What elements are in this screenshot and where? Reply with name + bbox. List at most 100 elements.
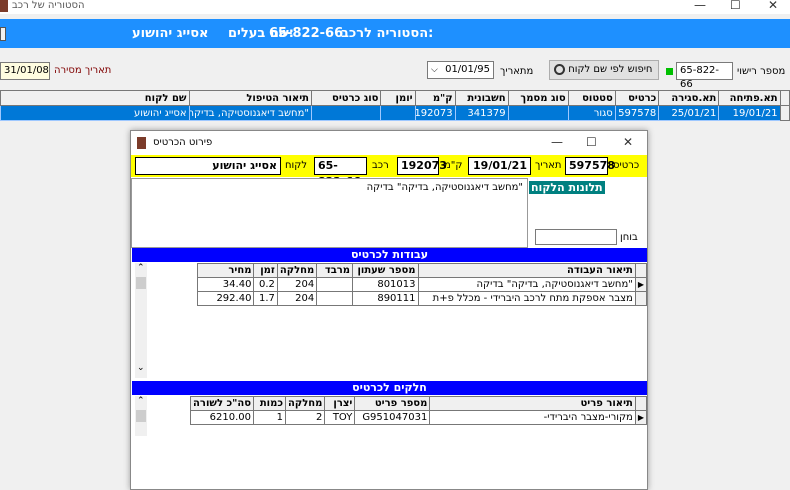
parts-section-header: חלקים לכרטיס xyxy=(132,381,647,395)
license-input[interactable]: 65-822-66 xyxy=(676,62,733,90)
job-price: 34.40 xyxy=(196,277,255,292)
job-price: 292.40 xyxy=(196,291,255,306)
cell-invoice: 341379 xyxy=(454,105,509,121)
parts-col-part-num[interactable]: מספר פריט xyxy=(354,396,431,411)
search-by-customer-button[interactable]: חיפוש לפי שם לקוח xyxy=(549,60,659,80)
jobs-grid-corner xyxy=(634,263,648,278)
cell-card: 597578 xyxy=(614,105,660,121)
parts-col-dept[interactable]: מחלקה xyxy=(284,396,326,411)
minimize-icon[interactable]: — xyxy=(694,0,706,12)
scroll-up-icon[interactable]: ⌃ xyxy=(137,263,145,273)
jobs-col-hours-num[interactable]: מספר שעתון xyxy=(352,263,419,278)
history-grid: תא.פתיחה תא.סגירה כרטיס סטטוס סוג מסמך ח… xyxy=(0,90,790,121)
part-dept: 2 xyxy=(284,410,326,425)
parts-col-maker[interactable]: יצרן xyxy=(324,396,356,411)
col-journal[interactable]: יומן xyxy=(380,90,416,106)
window-titlebar: הסטוריה של רכב — ☐ ✕ xyxy=(0,0,790,14)
col-status[interactable]: סטטוס xyxy=(567,90,616,106)
tester-label: בוחן xyxy=(620,232,638,243)
cell-treatment-desc: "מחשב דיאגנוסטיקה, בדיקה" בדיקה xyxy=(188,105,312,121)
jobs-col-dept[interactable]: מחלקה xyxy=(276,263,318,278)
dialog-title: פירוט הכרטיס xyxy=(153,137,213,148)
scroll-thumb[interactable] xyxy=(136,410,146,422)
parts-grid-corner xyxy=(634,396,648,411)
dialog-app-icon xyxy=(137,137,146,149)
part-num: G951047031 xyxy=(354,410,431,425)
row-indicator xyxy=(634,291,648,306)
col-card-type[interactable]: סוג כרטיס xyxy=(310,90,382,106)
license-label: מספר רישוי xyxy=(737,66,786,77)
table-row[interactable]: ▶ "מחשב דיאגנוסטיקה, בדיקה" בדיקה 801013… xyxy=(196,277,648,292)
card-number-field[interactable]: 597578 xyxy=(565,157,615,175)
dialog-maximize-icon[interactable]: ☐ xyxy=(586,135,597,149)
part-desc: מקורי-מצבר היברידי- xyxy=(429,410,636,425)
parts-grid-header: תיאור פריט מספר פריט יצרן מחלקה כמות סה"… xyxy=(189,396,648,411)
table-row[interactable]: 19/01/21 25/01/21 597578 סגור 341379 192… xyxy=(0,105,790,121)
header-edge-button[interactable] xyxy=(0,27,6,41)
row-indicator[interactable] xyxy=(779,105,790,121)
scroll-up-icon[interactable]: ⌃ xyxy=(137,396,145,406)
job-merbad xyxy=(316,277,354,292)
scroll-down-icon[interactable]: ⌄ xyxy=(137,363,145,373)
owner-name: אסייג יהושוע xyxy=(132,26,209,41)
job-hours-num: 890111 xyxy=(352,291,419,306)
cell-status: סגור xyxy=(567,105,616,121)
complaints-label: תלונות הלקוח xyxy=(529,181,605,194)
customer-field[interactable]: אסייג יהושוע xyxy=(135,157,281,175)
car-label: רכב xyxy=(372,160,389,171)
jobs-col-desc[interactable]: תיאור העבודה xyxy=(417,263,636,278)
col-card[interactable]: כרטיס xyxy=(614,90,660,106)
col-invoice[interactable]: חשבונית xyxy=(454,90,509,106)
part-qty: 1 xyxy=(253,410,286,425)
jobs-col-merbad[interactable]: מרבד xyxy=(316,263,354,278)
km-field[interactable]: 192073 xyxy=(397,157,447,175)
complaints-area[interactable]: "מחשב דיאגנוסטיקה, בדיקה" בדיקה xyxy=(131,178,528,248)
car-field[interactable]: 65-822-66 xyxy=(314,157,367,188)
col-treatment-desc[interactable]: תיאור הטיפול xyxy=(188,90,312,106)
parts-col-desc[interactable]: תיאור פריט xyxy=(429,396,636,411)
chevron-down-icon[interactable]: ⌵ xyxy=(431,63,438,77)
complaints-text: "מחשב דיאגנוסטיקה, בדיקה" בדיקה xyxy=(366,182,523,193)
dialog-minimize-icon[interactable]: — xyxy=(551,135,563,149)
col-customer-name[interactable]: שם לקוח xyxy=(0,90,190,106)
jobs-scrollbar[interactable]: ⌃ ⌄ xyxy=(135,263,147,378)
parts-col-line-total[interactable]: סה"כ לשורה xyxy=(189,396,255,411)
table-row[interactable]: מצבר אספקת מתח לרכב היברידי - מכלל פ+ת 8… xyxy=(196,291,648,306)
jobs-col-time[interactable]: זמן xyxy=(253,263,278,278)
row-pointer-icon: ▶ xyxy=(634,410,648,425)
col-doc-type[interactable]: סוג מסמך xyxy=(507,90,569,106)
jobs-col-price[interactable]: מחיר xyxy=(196,263,255,278)
job-desc: "מחשב דיאגנוסטיקה, בדיקה" בדיקה xyxy=(417,277,636,292)
scroll-thumb[interactable] xyxy=(136,277,146,289)
dialog-titlebar: פירוט הכרטיס — ☐ ✕ xyxy=(131,131,647,155)
card-label: כרטיס xyxy=(613,160,640,171)
col-close-date[interactable]: תא.סגירה xyxy=(658,90,720,106)
maximize-icon[interactable]: ☐ xyxy=(730,0,741,12)
status-green-icon xyxy=(666,68,673,75)
tester-input[interactable] xyxy=(535,229,617,245)
date-field[interactable]: 19/01/21 xyxy=(468,157,531,175)
date-label: תאריך xyxy=(535,160,562,171)
job-time: 1.7 xyxy=(253,291,278,306)
cell-customer-name: אסייג יהושוע xyxy=(0,105,190,121)
grid-corner xyxy=(779,90,790,106)
col-open-date[interactable]: תא.פתיחה xyxy=(718,90,781,106)
job-dept: 204 xyxy=(276,277,318,292)
vehicle-header: אסייג יהושוע שם בעלים: 65-822-66 הסטוריה… xyxy=(0,19,790,48)
card-details-dialog: פירוט הכרטיס — ☐ ✕ כרטיס 597578 תאריך 19… xyxy=(130,130,648,490)
cell-close-date: 25/01/21 xyxy=(658,105,720,121)
parts-scrollbar[interactable]: ⌃ xyxy=(135,396,147,436)
parts-col-qty[interactable]: כמות xyxy=(253,396,286,411)
from-date-select[interactable]: ⌵ 01/01/95 xyxy=(427,61,494,79)
delivery-date-input[interactable]: 31/01/08 xyxy=(0,62,50,80)
close-icon[interactable]: ✕ xyxy=(768,0,778,12)
cell-km: 192073 xyxy=(414,105,456,121)
cell-card-type xyxy=(310,105,382,121)
dialog-close-icon[interactable]: ✕ xyxy=(623,135,633,149)
col-km[interactable]: ק"מ xyxy=(414,90,456,106)
part-maker: TOY xyxy=(324,410,356,425)
jobs-grid-header: תיאור העבודה מספר שעתון מרבד מחלקה זמן מ… xyxy=(196,263,648,278)
table-row[interactable]: ▶ מקורי-מצבר היברידי- G951047031 TOY 2 1… xyxy=(189,410,648,425)
cell-open-date: 19/01/21 xyxy=(718,105,781,121)
from-date-value: 01/01/95 xyxy=(445,64,490,75)
